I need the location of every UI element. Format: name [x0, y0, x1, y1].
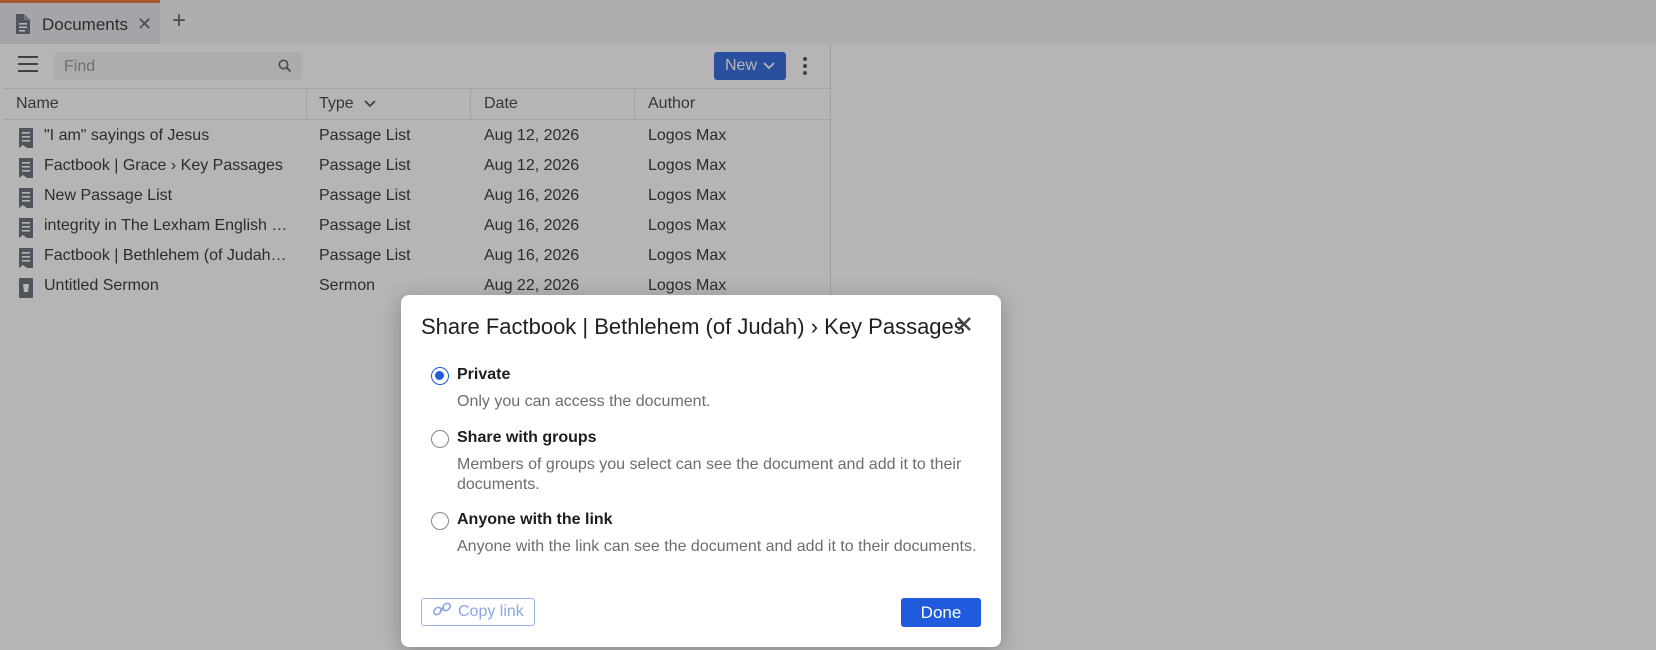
- radio-share-with-groups[interactable]: [431, 430, 449, 448]
- share-dialog: Share Factbook | Bethlehem (of Judah) › …: [401, 295, 1001, 647]
- option-label: Share with groups: [457, 429, 597, 446]
- option-description: Anyone with the link can see the documen…: [457, 538, 977, 555]
- option-label: Private: [457, 366, 511, 383]
- copy-link-label: Copy link: [458, 603, 524, 620]
- close-icon[interactable]: [955, 315, 975, 335]
- dialog-title: Share Factbook | Bethlehem (of Judah) › …: [421, 314, 965, 339]
- radio-private[interactable]: [431, 367, 449, 385]
- option-description: Members of groups you select can see the…: [457, 456, 962, 493]
- done-button[interactable]: Done: [901, 598, 981, 627]
- option-label: Anyone with the link: [457, 511, 613, 528]
- copy-link-button[interactable]: Copy link: [421, 598, 535, 626]
- radio-anyone-with-link[interactable]: [431, 512, 449, 530]
- option-description: Only you can access the document.: [457, 393, 711, 410]
- link-icon: [432, 601, 452, 624]
